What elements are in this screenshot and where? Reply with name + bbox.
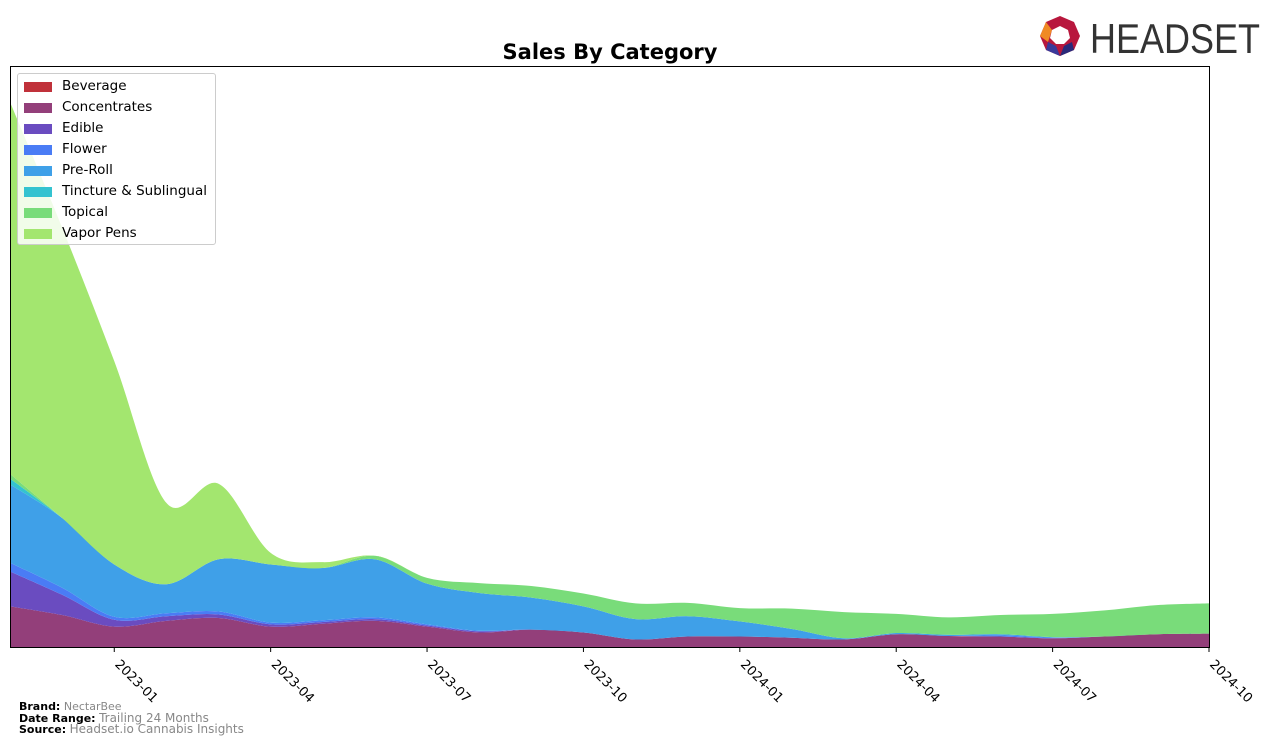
legend-label: Vapor Pens [62,225,137,241]
x-tick-label: 2023-10 [581,657,630,706]
legend-label: Pre-Roll [62,162,113,178]
footer-source: Source: Headset.io Cannabis Insights [19,722,244,736]
legend-swatch [24,208,52,218]
legend-swatch [24,187,52,197]
legend: Beverage Concentrates Edible Flower Pre-Roll… [17,73,216,245]
x-tick-label: 2024-04 [893,657,942,706]
legend-label: Topical [62,204,108,220]
legend-swatch [24,103,52,113]
x-axis: 2023-01 2023-04 2023-07 2023-10 2024-01 2024-… [111,647,1255,706]
x-tick-label: 2023-07 [424,657,473,706]
legend-label: Edible [62,120,104,136]
headset-logo-icon: HEADSET [1040,15,1260,62]
legend-label: Flower [62,141,107,157]
headset-logo: HEADSET [1036,12,1266,66]
x-tick-label: 2023-01 [111,657,160,706]
legend-label: Tincture & Sublingual [62,183,207,199]
logo-text: HEADSET [1090,15,1260,62]
x-tick-label: 2023-04 [268,657,317,706]
legend-swatch [24,166,52,176]
legend-swatch [24,82,52,92]
legend-swatch [24,229,52,239]
source-value: Headset.io Cannabis Insights [69,722,244,736]
x-tick-label: 2024-07 [1050,657,1099,706]
legend-swatch [24,124,52,134]
chart-title: Sales By Category [503,40,718,64]
x-tick-label: 2024-10 [1206,657,1255,706]
legend-label: Beverage [62,78,127,94]
x-tick-label: 2024-01 [737,657,786,706]
legend-swatch [24,145,52,155]
legend-label: Concentrates [62,99,153,115]
